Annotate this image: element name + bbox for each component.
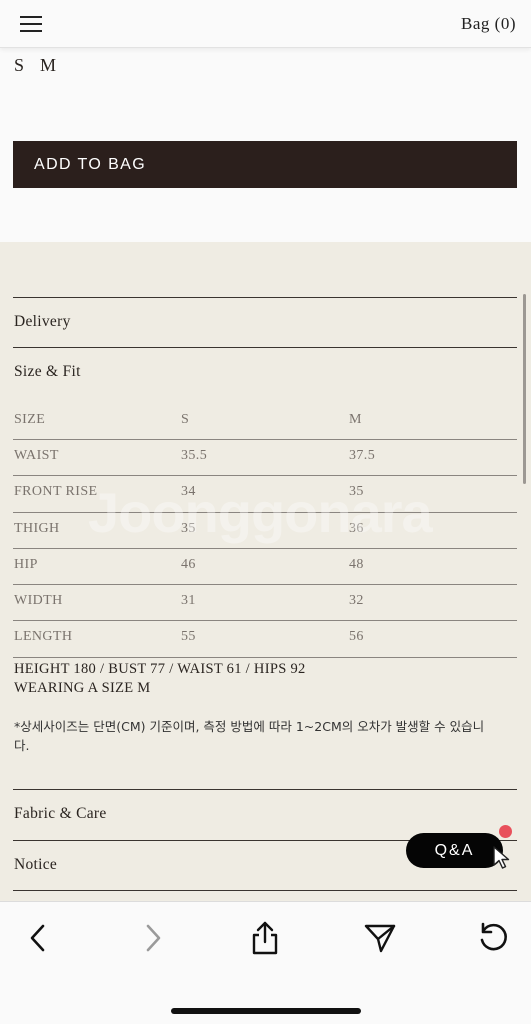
- table-cell: 46: [181, 557, 196, 572]
- model-measurements: HEIGHT 180 / BUST 77 / WAIST 61 / HIPS 9…: [14, 661, 306, 677]
- back-icon[interactable]: [18, 918, 58, 958]
- size-option-m[interactable]: M: [40, 55, 56, 76]
- table-row-label: HIP: [14, 557, 38, 572]
- table-cell: 35.5: [181, 448, 208, 463]
- bag-link[interactable]: Bag (0): [461, 14, 516, 34]
- home-indicator: [171, 1008, 361, 1014]
- watermark-logo: Joonggonara: [88, 481, 433, 544]
- table-cell: 55: [181, 629, 196, 644]
- browser-toolbar: [0, 901, 531, 1024]
- table-divider: [13, 584, 517, 585]
- table-row-label: WIDTH: [14, 593, 63, 608]
- table-cell: 32: [349, 593, 364, 608]
- product-panel: S M ADD TO BAG: [0, 48, 531, 242]
- divider: [13, 789, 517, 790]
- reload-icon[interactable]: [473, 918, 513, 958]
- notification-badge: [499, 825, 512, 838]
- divider: [13, 347, 517, 348]
- qa-button[interactable]: Q&A: [406, 833, 503, 868]
- notice-section-toggle[interactable]: Notice: [14, 856, 57, 874]
- table-divider: [13, 475, 517, 476]
- table-cell: 37.5: [349, 448, 376, 463]
- share-icon[interactable]: [245, 918, 285, 958]
- table-divider: [13, 439, 517, 440]
- table-row-label: FRONT RISE: [14, 484, 98, 499]
- fabric-care-section-toggle[interactable]: Fabric & Care: [14, 805, 107, 823]
- delivery-section-toggle[interactable]: Delivery: [14, 313, 71, 331]
- size-options: S M: [14, 55, 56, 76]
- scrollbar[interactable]: [523, 294, 526, 484]
- table-row-label: WAIST: [14, 448, 59, 463]
- cursor-icon: [493, 846, 510, 869]
- table-header-size: SIZE: [14, 412, 46, 427]
- divider: [13, 890, 517, 891]
- size-note: *상세사이즈는 단면(CM) 기준이며, 측정 방법에 따라 1~2CM의 오차…: [14, 719, 485, 753]
- add-to-bag-button[interactable]: ADD TO BAG: [13, 141, 517, 188]
- table-divider: [13, 657, 517, 658]
- table-cell: 56: [349, 629, 364, 644]
- hamburger-menu-icon[interactable]: [20, 14, 42, 34]
- size-fit-section-toggle[interactable]: Size & Fit: [14, 363, 81, 381]
- table-header-s: S: [181, 412, 190, 427]
- table-cell: 48: [349, 557, 364, 572]
- model-size-worn: WEARING A SIZE M: [14, 680, 151, 696]
- table-row-label: THIGH: [14, 521, 60, 536]
- table-divider: [13, 620, 517, 621]
- table-header-m: M: [349, 412, 362, 427]
- header-bar: Bag (0): [0, 0, 531, 48]
- forward-icon[interactable]: [133, 918, 173, 958]
- table-divider: [13, 548, 517, 549]
- table-cell: 31: [181, 593, 196, 608]
- table-row-label: LENGTH: [14, 629, 73, 644]
- size-option-s[interactable]: S: [14, 55, 24, 76]
- send-icon[interactable]: [360, 918, 400, 958]
- divider: [13, 297, 517, 298]
